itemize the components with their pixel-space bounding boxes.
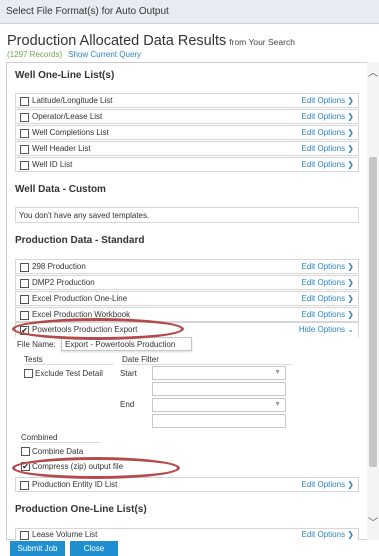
edit-options-link[interactable]: Edit Options ❯ <box>301 262 354 271</box>
checkbox[interactable] <box>20 311 29 320</box>
list-item[interactable]: Latitude/Longitude List Edit Options ❯ <box>15 93 359 108</box>
combined-label: Combined <box>21 433 58 442</box>
file-name-label: File Name: <box>17 340 56 349</box>
edit-options-link[interactable]: Edit Options ❯ <box>301 278 354 287</box>
page-title: Production Allocated Data Results from Yo… <box>7 33 295 49</box>
item-label: Well Header List <box>32 144 91 153</box>
list-item[interactable]: 298 Production Edit Options ❯ <box>15 259 359 274</box>
combine-data-checkbox[interactable] <box>21 447 30 456</box>
list-item[interactable]: Well Header List Edit Options ❯ <box>15 141 359 156</box>
checkbox[interactable] <box>20 263 29 272</box>
checkbox[interactable] <box>20 145 29 154</box>
item-label: Latitude/Longitude List <box>32 96 113 105</box>
results-subline: (1297 Records) Show Current Query <box>7 50 141 59</box>
dialog-title-bar: Select File Format(s) for Auto Output <box>0 0 379 24</box>
chevron-right-icon: ❯ <box>347 128 354 137</box>
list-item[interactable]: DMP2 Production Edit Options ❯ <box>15 275 359 290</box>
list-item[interactable]: Excel Production One-Line Edit Options ❯ <box>15 291 359 306</box>
exclude-test-checkbox[interactable] <box>24 369 33 378</box>
end-label: End <box>120 400 135 409</box>
item-label: DMP2 Production <box>32 278 95 287</box>
item-label: Well Completions List <box>32 128 109 137</box>
results-from: from Your Search <box>229 37 295 47</box>
chevron-right-icon: ❯ <box>347 480 354 489</box>
start-label: Start <box>120 369 137 378</box>
chevron-right-icon: ❯ <box>347 294 354 303</box>
edit-options-link[interactable]: Edit Options ❯ <box>301 160 354 169</box>
chevron-right-icon: ❯ <box>347 310 354 319</box>
checkbox[interactable] <box>20 129 29 138</box>
checkbox[interactable] <box>20 113 29 122</box>
list-item[interactable]: Lease Volume List Edit Options ❯ <box>15 528 359 540</box>
item-label: Operator/Lease List <box>32 112 103 121</box>
checkbox[interactable] <box>20 481 29 490</box>
section-well-one-line: Well One-Line List(s) <box>15 70 115 81</box>
dropdown-icon: ▼ <box>274 401 281 408</box>
item-label: Excel Production One-Line <box>32 294 128 303</box>
end-date-input[interactable] <box>152 414 286 428</box>
annotation-oval-compress <box>12 457 180 479</box>
chevron-right-icon: ❯ <box>347 530 354 539</box>
start-date-select[interactable]: ▼ <box>152 366 286 380</box>
date-filter-label: Date Filter <box>122 355 159 364</box>
dialog-title: Select File Format(s) for Auto Output <box>6 6 169 17</box>
checkbox[interactable] <box>20 295 29 304</box>
edit-options-link[interactable]: Edit Options ❯ <box>301 144 354 153</box>
checkbox[interactable] <box>20 531 29 540</box>
results-title: Production Allocated Data Results <box>7 33 227 49</box>
close-button[interactable]: Close <box>70 541 118 556</box>
hide-options-link[interactable]: Hide Options ⌄ <box>299 325 354 334</box>
date-filter-divider <box>122 364 292 365</box>
item-label: Lease Volume List <box>32 530 98 539</box>
end-date-select[interactable]: ▼ <box>152 398 286 412</box>
list-item[interactable]: Well Completions List Edit Options ❯ <box>15 125 359 140</box>
list-item[interactable]: Operator/Lease List Edit Options ❯ <box>15 109 359 124</box>
chevron-down-icon: ⌄ <box>347 325 354 334</box>
chevron-right-icon: ❯ <box>347 262 354 271</box>
item-label: Production Entity ID List <box>32 480 118 489</box>
checkbox[interactable] <box>20 279 29 288</box>
chevron-right-icon: ❯ <box>347 96 354 105</box>
panel-scrollbar[interactable]: ︿ ﹀ <box>367 62 379 540</box>
edit-options-link[interactable]: Edit Options ❯ <box>301 530 354 539</box>
tests-label: Tests <box>24 355 43 364</box>
edit-options-link[interactable]: Edit Options ❯ <box>301 294 354 303</box>
scroll-up-icon[interactable]: ︿ <box>367 68 379 80</box>
edit-options-link[interactable]: Edit Options ❯ <box>301 112 354 121</box>
no-templates-notice: You don't have any saved templates. <box>15 207 359 223</box>
item-label: Well ID List <box>32 160 73 169</box>
show-query-link[interactable]: Show Current Query <box>68 50 141 59</box>
section-well-custom: Well Data - Custom <box>15 184 106 195</box>
record-count: (1297 Records) <box>7 50 63 59</box>
combined-divider <box>21 442 101 443</box>
edit-options-link[interactable]: Edit Options ❯ <box>301 96 354 105</box>
section-production-standard: Production Data - Standard <box>15 235 145 246</box>
submit-job-button[interactable]: Submit Job <box>10 541 65 556</box>
chevron-right-icon: ❯ <box>347 160 354 169</box>
section-production-one-line: Production One-Line List(s) <box>15 504 147 515</box>
exclude-test-label: Exclude Test Detail <box>35 369 103 378</box>
item-label: 298 Production <box>32 262 86 271</box>
combine-data-label: Combine Data <box>32 447 84 456</box>
checkbox[interactable] <box>20 97 29 106</box>
checkbox[interactable] <box>20 161 29 170</box>
dropdown-icon: ▼ <box>274 369 281 376</box>
annotation-oval-powertools <box>12 318 184 340</box>
list-item[interactable]: Production Entity ID List Edit Options ❯ <box>15 477 359 492</box>
list-item[interactable]: Well ID List Edit Options ❯ <box>15 157 359 172</box>
tests-divider <box>24 364 114 365</box>
edit-options-link[interactable]: Edit Options ❯ <box>301 480 354 489</box>
start-date-input[interactable] <box>152 382 286 396</box>
scroll-down-icon[interactable]: ﹀ <box>367 518 379 530</box>
chevron-right-icon: ❯ <box>347 278 354 287</box>
chevron-right-icon: ❯ <box>347 112 354 121</box>
edit-options-link[interactable]: Edit Options ❯ <box>301 310 354 319</box>
chevron-right-icon: ❯ <box>347 144 354 153</box>
scroll-thumb[interactable] <box>369 157 377 467</box>
edit-options-link[interactable]: Edit Options ❯ <box>301 128 354 137</box>
